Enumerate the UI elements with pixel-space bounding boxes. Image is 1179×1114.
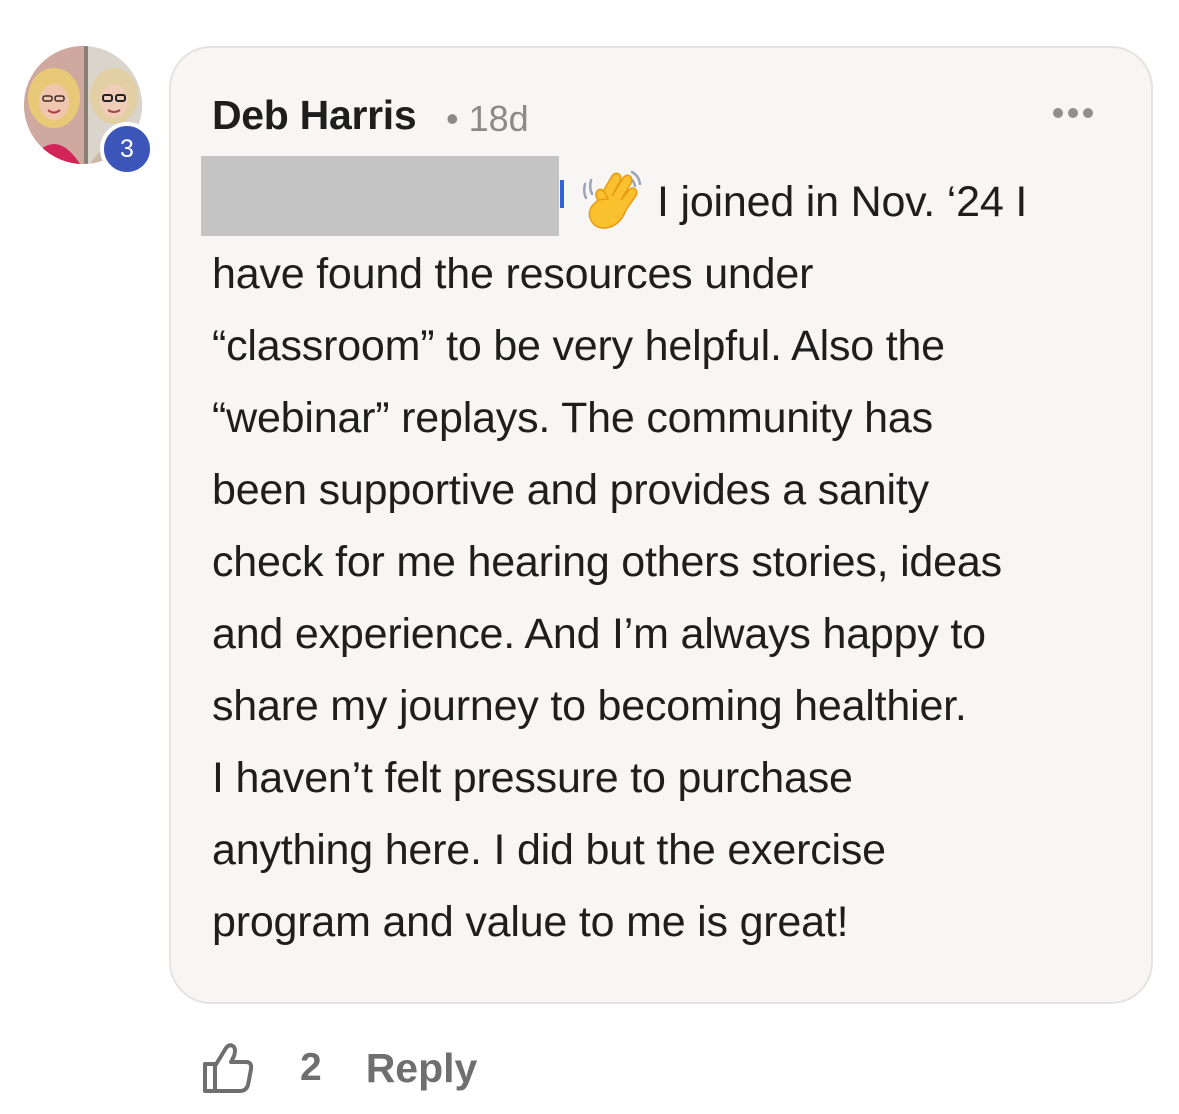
comment-line: “classroom” to be very helpful. Also the	[212, 322, 945, 370]
comment-line: program and value to me is great!	[212, 898, 849, 946]
like-count[interactable]: 2	[300, 1046, 322, 1090]
mention-link-fragment[interactable]	[560, 180, 564, 208]
comment-body: I joined in Nov. ‘24 I have found the re…	[212, 166, 1112, 958]
level-badge: 3	[100, 122, 154, 176]
ellipsis-icon[interactable]	[1053, 108, 1093, 118]
comment-bubble: Deb Harris • 18d I joined in Nov. ‘24 I h…	[169, 46, 1153, 1004]
comment-timestamp: 18d	[468, 98, 529, 139]
comment-line: I haven’t felt pressure to purchase	[212, 754, 853, 802]
comment-line: anything here. I did but the exercise	[212, 826, 886, 874]
thumbs-up-icon[interactable]	[200, 1040, 256, 1096]
redacted-mention	[201, 156, 559, 236]
level-number: 3	[120, 134, 134, 163]
comment-actions: 2 Reply	[200, 1036, 477, 1100]
meta-separator: •	[446, 98, 459, 139]
waving-hand-icon	[582, 170, 642, 229]
author-name[interactable]: Deb Harris	[212, 92, 417, 139]
comment-thread: 3 Deb Harris • 18d I joined in Nov. ‘24 I…	[0, 0, 1179, 1114]
comment-line: “webinar” replays. The community has	[212, 394, 933, 442]
comment-meta: • 18d	[446, 98, 529, 140]
comment-line: share my journey to becoming healthier.	[212, 682, 967, 730]
comment-line: have found the resources under	[212, 250, 814, 298]
comment-line: been supportive and provides a sanity	[212, 466, 929, 514]
comment-line: check for me hearing others stories, ide…	[212, 538, 1002, 586]
author-avatar-group[interactable]: 3	[24, 46, 154, 176]
comment-line: and experience. And I’m always happy to	[212, 610, 986, 658]
reply-button[interactable]: Reply	[366, 1045, 478, 1092]
